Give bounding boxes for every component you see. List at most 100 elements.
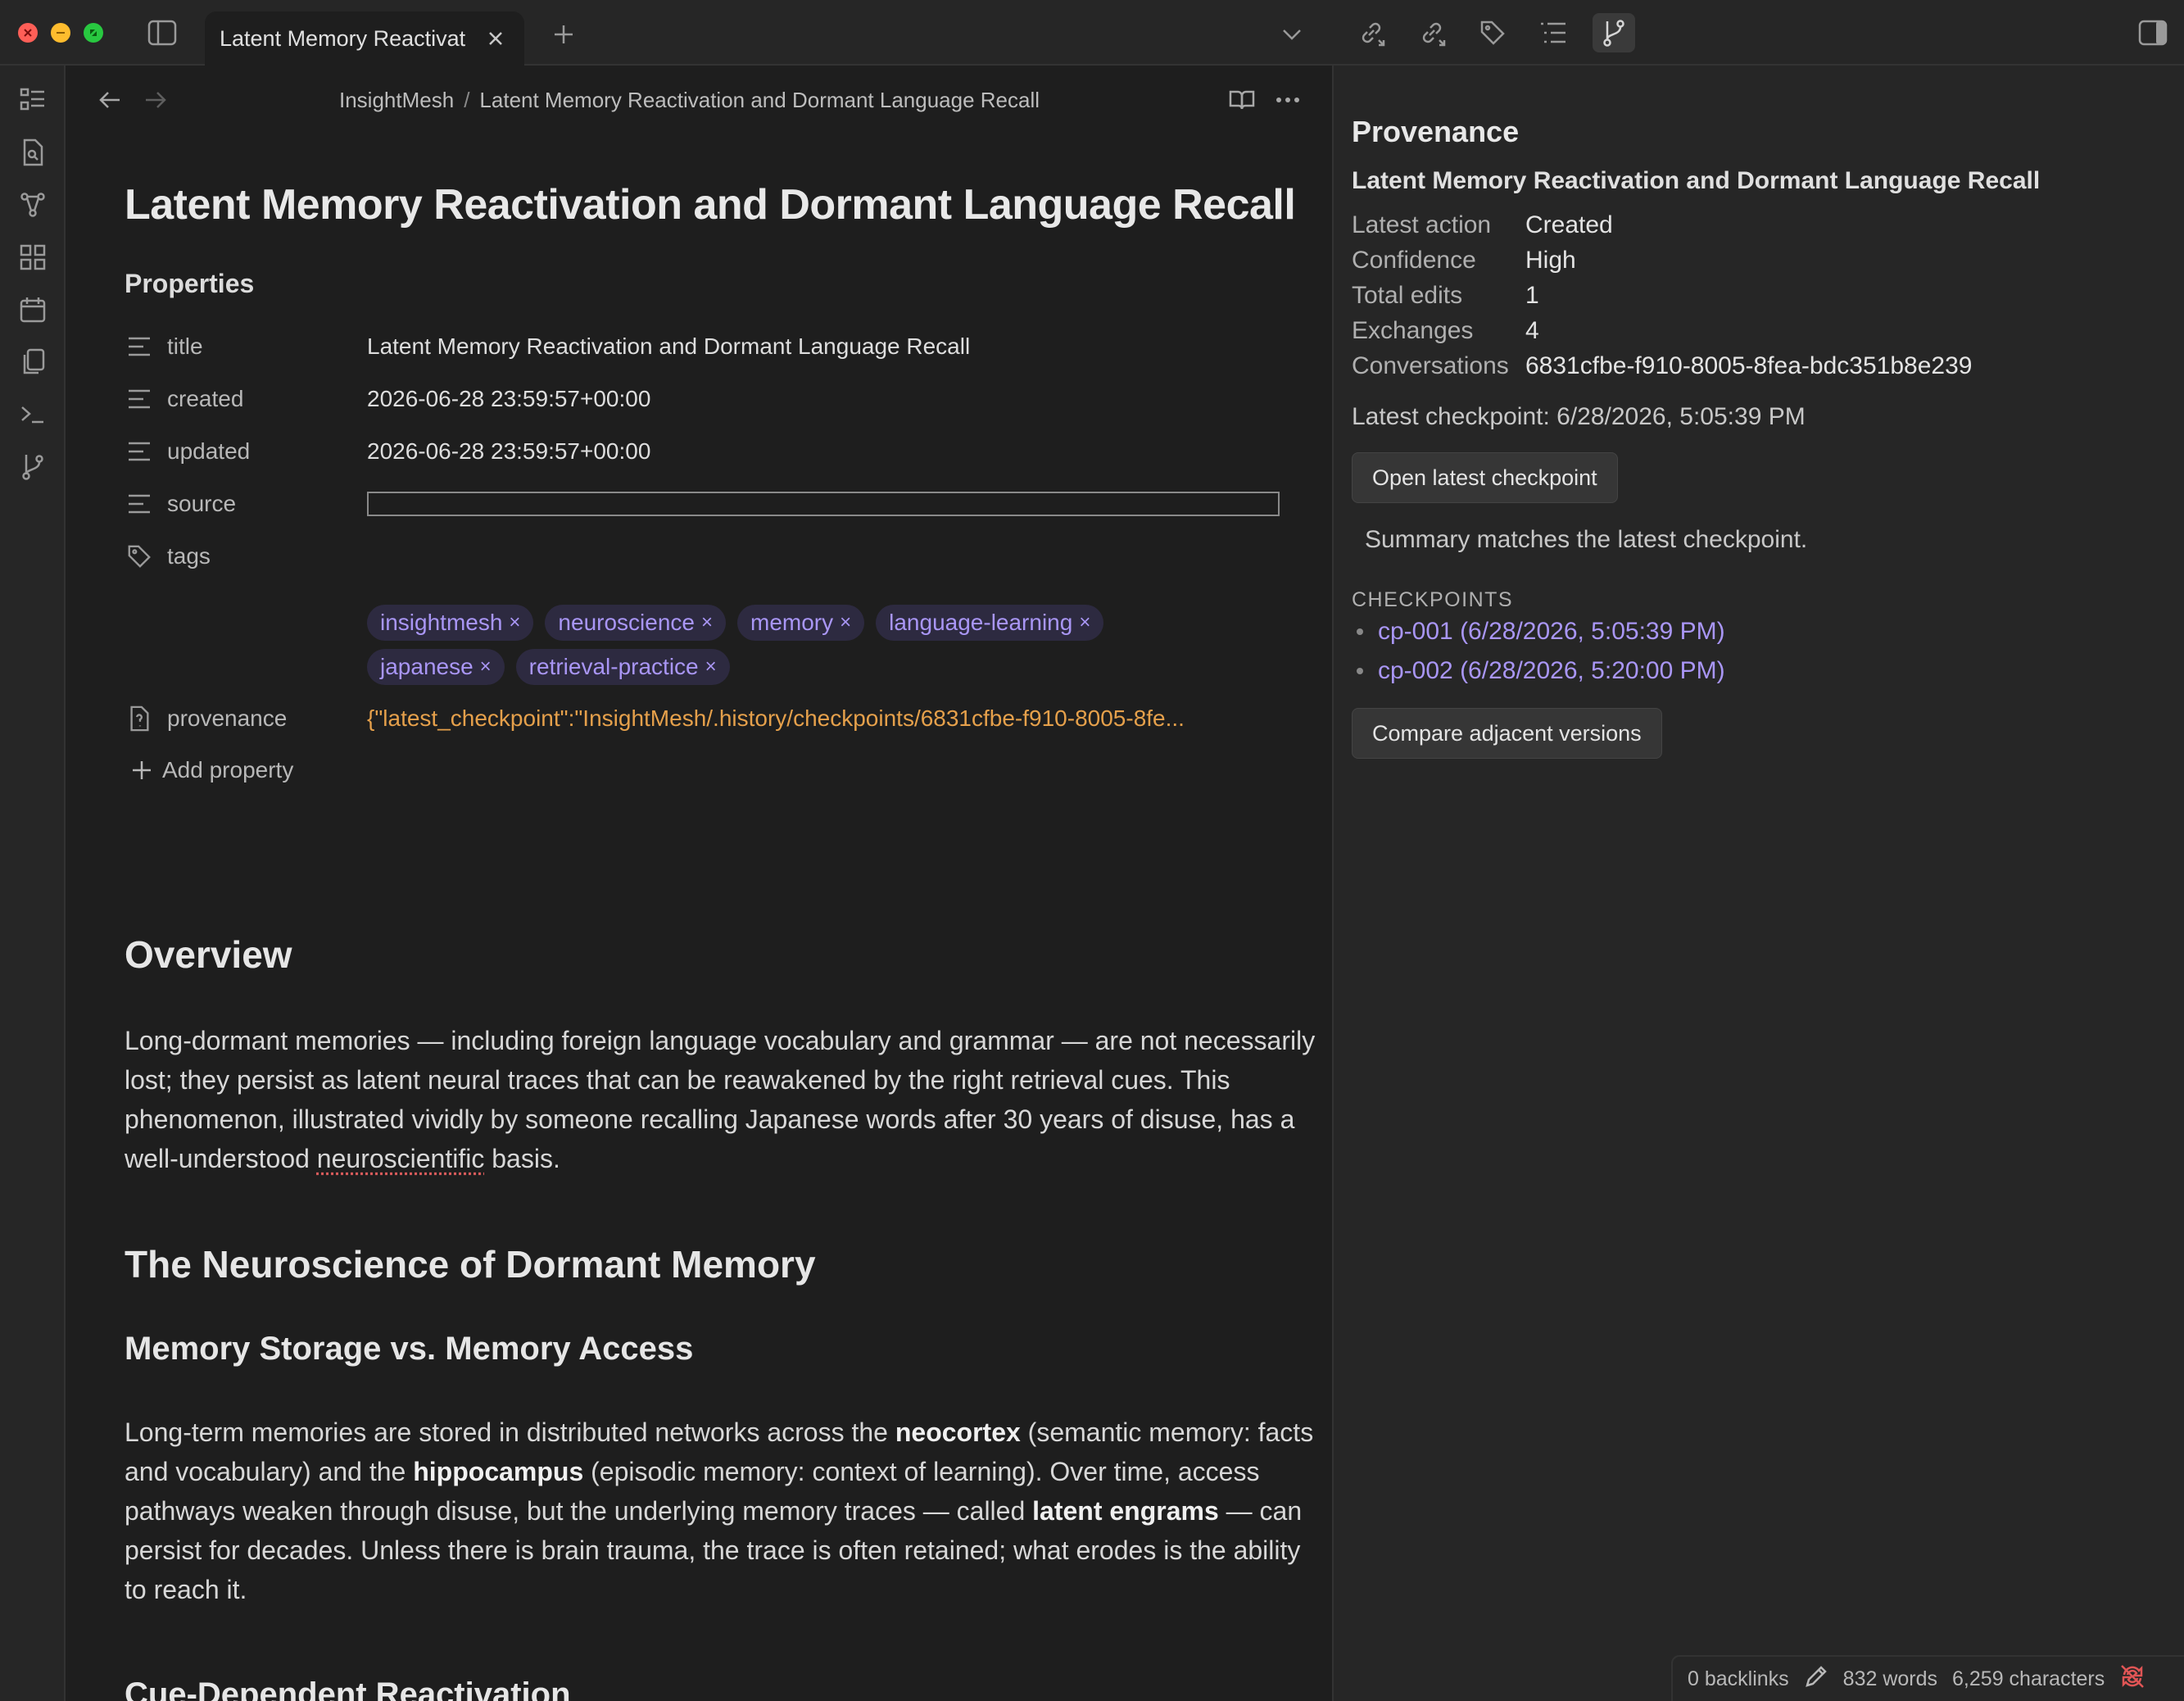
text-lines-icon (125, 489, 154, 519)
property-row-title[interactable]: title Latent Memory Reactivation and Dor… (125, 326, 1332, 367)
outline-icon[interactable] (1532, 13, 1575, 52)
tag-pill[interactable]: insightmesh × (367, 605, 534, 641)
paragraph-storage[interactable]: Long-term memories are stored in distrib… (125, 1413, 1329, 1609)
provenance-row: Conversations 6831cfbe-f910-8005-8fea-bdc… (1352, 352, 1973, 379)
title-bar: Latent Memory Reactivat... (0, 0, 2184, 66)
tab-active-note[interactable]: Latent Memory Reactivat... (205, 11, 524, 66)
breadcrumb: InsightMesh / Latent Memory Reactivation… (339, 84, 1040, 116)
breadcrumb-note[interactable]: Latent Memory Reactivation and Dormant L… (479, 88, 1040, 113)
new-tab-plus-icon[interactable] (546, 16, 582, 52)
editor-pane: InsightMesh / Latent Memory Reactivation… (67, 66, 1332, 1701)
tags-icon[interactable] (1471, 13, 1514, 52)
status-bar: 0 backlinks 832 words 6,259 characters (1671, 1655, 2184, 1701)
heading-overview[interactable]: Overview (125, 932, 292, 977)
property-value[interactable]: 2026-06-28 23:59:57+00:00 (367, 386, 650, 412)
property-row-provenance[interactable]: provenance {"latest_checkpoint":"Insight… (125, 698, 1332, 739)
tag-pill[interactable]: japanese × (367, 649, 505, 685)
property-row-updated[interactable]: updated 2026-06-28 23:59:57+00:00 (125, 431, 1332, 472)
breadcrumb-vault[interactable]: InsightMesh (339, 88, 454, 113)
tag-list-row-2: japanese × retrieval-practice × (367, 649, 730, 685)
copy-files-icon[interactable] (13, 342, 52, 382)
tab-list-chevron-down-icon[interactable] (1274, 16, 1310, 52)
add-property-button[interactable]: Add property (131, 757, 293, 783)
compare-adjacent-versions-button[interactable]: Compare adjacent versions (1352, 708, 1662, 759)
note-title[interactable]: Latent Memory Reactivation and Dormant L… (125, 180, 1321, 229)
tag-remove-icon[interactable]: × (705, 655, 717, 678)
text-lines-icon (125, 332, 154, 361)
provenance-row: Total edits 1 (1352, 282, 1539, 309)
open-latest-checkpoint-button[interactable]: Open latest checkpoint (1352, 452, 1618, 503)
provenance-row: Exchanges 4 (1352, 317, 1539, 344)
reading-view-book-icon[interactable] (1224, 82, 1260, 118)
tag-remove-icon[interactable]: × (1079, 611, 1090, 634)
app-window: Latent Memory Reactivat... InsightMesh /… (0, 0, 2184, 1701)
provenance-row: Confidence High (1352, 247, 1576, 274)
back-arrow-icon[interactable] (92, 82, 128, 118)
tag-remove-icon[interactable]: × (509, 611, 520, 634)
tag-pill[interactable]: language-learning × (876, 605, 1104, 641)
property-key: updated (167, 438, 251, 464)
checkpoints-section-label: CHECKPOINTS (1352, 588, 1514, 611)
tag-label: japanese (380, 654, 474, 679)
graph-view-icon[interactable] (13, 185, 52, 225)
forward-arrow-icon[interactable] (138, 82, 174, 118)
provenance-json-value[interactable]: {"latest_checkpoint":"InsightMesh/.histo… (367, 705, 1252, 732)
tag-pill[interactable]: retrieval-practice × (515, 649, 730, 685)
tag-remove-icon[interactable]: × (480, 655, 492, 678)
add-property-label: Add property (162, 757, 294, 782)
property-key: tags (167, 543, 211, 569)
provenance-branch-icon[interactable] (1593, 13, 1635, 52)
source-input[interactable] (367, 492, 1280, 516)
tag-remove-icon[interactable]: × (701, 611, 713, 634)
property-row-source[interactable]: source (125, 483, 1332, 524)
maximize-window-button[interactable] (84, 23, 103, 43)
character-count: 6,259 characters (1952, 1667, 2105, 1690)
checkpoint-link[interactable]: cp-002 (6/28/2026, 5:20:00 PM) (1357, 657, 1725, 685)
tag-list-row-1: insightmesh × neuroscience × memory × langu… (367, 605, 1104, 641)
tag-remove-icon[interactable]: × (840, 611, 851, 634)
minimize-window-button[interactable] (51, 23, 70, 43)
checkpoint-link[interactable]: cp-001 (6/28/2026, 5:05:39 PM) (1357, 618, 1725, 646)
tags-icon (125, 542, 154, 571)
right-sidebar-toggle-icon[interactable] (2135, 16, 2171, 49)
tag-label: retrieval-practice (528, 654, 699, 679)
property-value[interactable]: 2026-06-28 23:59:57+00:00 (367, 438, 650, 465)
plus-icon (133, 761, 151, 779)
tag-pill[interactable]: neuroscience × (545, 605, 726, 641)
backlinks-icon[interactable] (1350, 13, 1393, 52)
tab-close-icon[interactable] (487, 29, 505, 52)
heading-neuroscience[interactable]: The Neuroscience of Dormant Memory (125, 1242, 816, 1286)
property-row-created[interactable]: created 2026-06-28 23:59:57+00:00 (125, 379, 1332, 420)
more-options-icon[interactable] (1270, 82, 1306, 118)
sync-error-icon[interactable] (2119, 1663, 2145, 1695)
edit-pencil-icon[interactable] (1804, 1664, 1828, 1694)
heading-storage-vs-access[interactable]: Memory Storage vs. Memory Access (125, 1331, 693, 1368)
tag-label: insightmesh (380, 610, 503, 635)
word-count: 832 words (1842, 1667, 1938, 1690)
tab-title: Latent Memory Reactivat... (220, 25, 465, 51)
heading-cue-dependent[interactable]: Cue-Dependent Reactivation (125, 1676, 571, 1701)
paragraph-overview[interactable]: Long-dormant memories — including foreig… (125, 1021, 1329, 1178)
file-explorer-icon[interactable] (13, 80, 52, 120)
property-key: created (167, 386, 244, 411)
property-value[interactable]: Latent Memory Reactivation and Dormant L… (367, 333, 970, 360)
properties-heading[interactable]: Properties (125, 269, 254, 299)
calendar-icon[interactable] (13, 290, 52, 329)
tag-label: language-learning (889, 610, 1073, 635)
provenance-note-title: Latent Memory Reactivation and Dormant L… (1352, 167, 2041, 194)
tag-pill[interactable]: memory × (737, 605, 865, 641)
property-row-tags[interactable]: tags (125, 536, 1332, 577)
provenance-row: Latest action Created (1352, 211, 1613, 238)
property-key: source (167, 491, 237, 516)
search-file-icon[interactable] (13, 133, 52, 172)
git-branch-icon[interactable] (13, 447, 52, 487)
outgoing-links-icon[interactable] (1411, 13, 1453, 52)
left-sidebar-toggle-icon[interactable] (144, 16, 180, 49)
canvas-grid-icon[interactable] (13, 238, 52, 277)
backlinks-count[interactable]: 0 backlinks (1688, 1667, 1789, 1691)
bullet-dot (1357, 628, 1363, 635)
close-window-button[interactable] (18, 23, 38, 43)
misspelled-word[interactable]: neuroscientific (317, 1144, 485, 1173)
latest-checkpoint-text: Latest checkpoint: 6/28/2026, 5:05:39 PM (1352, 403, 1806, 430)
terminal-icon[interactable] (13, 395, 52, 434)
